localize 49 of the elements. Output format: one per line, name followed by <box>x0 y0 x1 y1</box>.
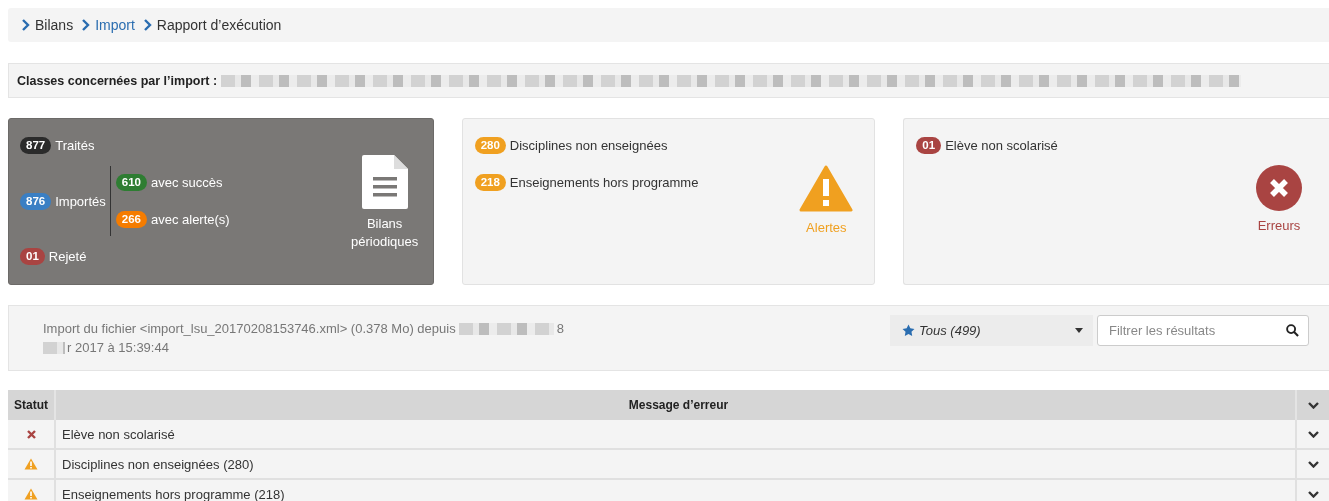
search-field[interactable]: Filtrer les résultats <box>1097 315 1309 346</box>
document-icon <box>361 154 408 209</box>
card-caption: Erreurs <box>1257 217 1301 235</box>
count-badge: 610 <box>115 174 147 191</box>
caret-icon <box>1075 328 1083 333</box>
chevron-down-icon[interactable] <box>1307 460 1319 468</box>
filter-dropdown[interactable]: Tous (499) <box>890 315 1093 346</box>
count-label: Enseignements hors programme <box>509 175 699 190</box>
chevron-icon <box>143 19 152 31</box>
warning-icon <box>24 458 38 470</box>
close-icon <box>26 429 36 439</box>
chevron-icon <box>82 19 91 31</box>
count-label: avec alerte(s) <box>150 212 230 227</box>
column-header: Message d’erreur <box>627 397 730 414</box>
import-date: 8 <box>556 320 564 338</box>
count-badge: 266 <box>115 211 147 228</box>
table-cell-text: Enseignements hors programme (218) <box>61 485 286 501</box>
count-label: Disciplines non enseignées <box>509 138 668 153</box>
chevron-down-icon[interactable] <box>1307 401 1319 409</box>
count-label: Rejeté <box>48 249 87 264</box>
breadcrumb-item: Rapport d’exécution <box>156 17 282 33</box>
warning-icon <box>799 165 854 213</box>
breadcrumb-item: Bilans <box>35 17 74 33</box>
import-description: Import du fichier <import_lsu_20170208153746.xml> (0.378 Mo) depuis <box>43 320 456 338</box>
redacted-text <box>43 341 65 354</box>
import-time: r 2017 à 15:39:44 <box>67 339 169 357</box>
filter-value: Tous (499) <box>919 323 982 338</box>
count-badge: 01 <box>916 137 942 154</box>
chevron-down-icon[interactable] <box>1307 430 1319 438</box>
count-label: Elève non scolarisé <box>945 138 1058 153</box>
count-badge: 877 <box>20 137 52 154</box>
table-cell-text: Elève non scolarisé <box>61 425 176 444</box>
chevron-down-icon[interactable] <box>1307 490 1319 498</box>
count-badge: 01 <box>20 248 45 265</box>
card-caption: Bilans périodiques <box>350 214 420 251</box>
error-icon <box>1256 165 1302 211</box>
table-cell-text: Disciplines non enseignées (280) <box>61 455 255 474</box>
star-icon <box>902 324 915 337</box>
count-badge: 280 <box>474 137 506 154</box>
search-icon <box>1286 324 1299 337</box>
classes-label: Classes concernées par l’import : <box>17 73 218 88</box>
count-badge: 876 <box>20 192 52 210</box>
count-label: avec succès <box>150 175 223 190</box>
count-label: Traités <box>55 138 95 153</box>
count-badge: 218 <box>474 174 506 191</box>
breadcrumb-link[interactable]: Import <box>95 17 135 33</box>
card-caption: Alertes <box>806 219 847 237</box>
count-label: Importés <box>55 193 106 209</box>
chevron-icon <box>22 19 30 31</box>
